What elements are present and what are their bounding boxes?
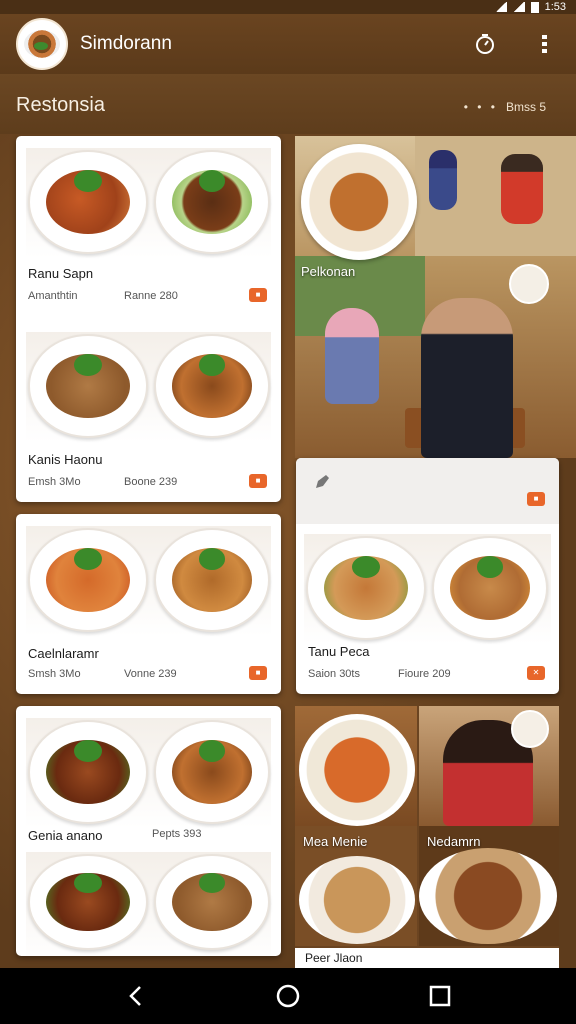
food-photo [26,852,271,956]
system-nav-bar [0,968,576,1024]
signal-icon [512,2,525,12]
reviewer-avatar[interactable] [511,710,549,748]
card-name: Tanu Peca [308,644,370,659]
fried-rice-image [299,856,415,944]
status-icons: 1:53 [494,0,566,14]
remove-badge[interactable]: ■ [527,492,545,506]
status-bar: 1:53 [0,0,576,14]
section-title: Restonsia [16,94,105,116]
card-price: Boone 239 [124,476,178,488]
food-card-5[interactable]: Genia anano Pepts 393 [16,706,281,956]
dish-plate-image [299,714,415,826]
card-name: Genia anano [28,828,103,843]
section-header: Restonsia • • • Bmss 5 [0,74,576,134]
card-name: Ranu Sapn [28,266,94,281]
food-photo [26,148,271,258]
appbar-actions [472,14,558,74]
collage-label-left: Mea Menie [303,834,368,849]
restaurant-photo[interactable]: Pelkonan [295,136,576,458]
recents-button[interactable] [420,976,460,1016]
person-man [421,298,513,458]
food-photo [26,526,271,636]
more-options-icon[interactable] [532,31,558,57]
card-price: Pepts 393 [152,828,202,840]
pasta-plate-image [301,144,417,260]
wifi-icon [494,2,507,12]
grilled-dish-image [419,848,557,944]
section-meta[interactable]: • • • Bmss 5 [464,100,546,114]
food-photo [26,332,271,442]
card-subtitle: Emsh 3Mo [28,476,81,488]
food-photo [26,718,271,828]
top-app-bar: Simdorann [0,14,576,74]
collage-label-right: Nedamrn [427,834,481,849]
card-subtitle: Smsh 3Mo [28,668,81,680]
home-button[interactable] [268,976,308,1016]
card-price: Ranne 280 [124,290,178,302]
app-logo[interactable] [16,18,68,70]
back-button[interactable] [116,976,156,1016]
food-card-1[interactable]: Ranu Sapn Amanthtin Ranne 280 ■ Kanis Ha… [16,136,281,502]
edit-icon[interactable] [314,472,332,490]
card-price: Fioure 209 [398,668,451,680]
battery-icon [530,1,539,13]
food-card-4[interactable]: ■ Tanu Peca Saion 30ts Fioure 209 ✕ [296,458,559,694]
section-meta-dots: • • • [463,100,498,114]
restaurant-label: Pelkonan [301,264,356,279]
favorite-badge[interactable]: ■ [249,666,267,680]
food-card-3[interactable]: Caelnlaramr Smsh 3Mo Vonne 239 ■ [16,514,281,694]
food-photo [304,534,551,644]
card-price: Vonne 239 [124,668,177,680]
section-meta-text: Bmss 5 [505,100,546,114]
app-title: Simdorann [80,33,172,54]
card-name: Kanis Haonu [28,452,103,467]
card-name: Caelnlaramr [28,646,99,661]
restaurant-grid: Ranu Sapn Amanthtin Ranne 280 ■ Kanis Ha… [0,134,576,968]
chef-avatar[interactable] [509,264,549,304]
person-woman [325,308,379,404]
collage-caption: Peer Jlaon [305,951,363,965]
collage-photo[interactable]: Mea Menie Nedamrn Peer Jlaon [295,706,559,968]
status-time: 1:53 [544,1,566,13]
card-subtitle: Amanthtin [28,290,78,302]
favorite-badge[interactable]: ■ [249,288,267,302]
close-badge[interactable]: ✕ [527,666,545,680]
timer-icon[interactable] [472,31,498,57]
favorite-badge[interactable]: ■ [249,474,267,488]
card-subtitle: Saion 30ts [308,668,360,680]
